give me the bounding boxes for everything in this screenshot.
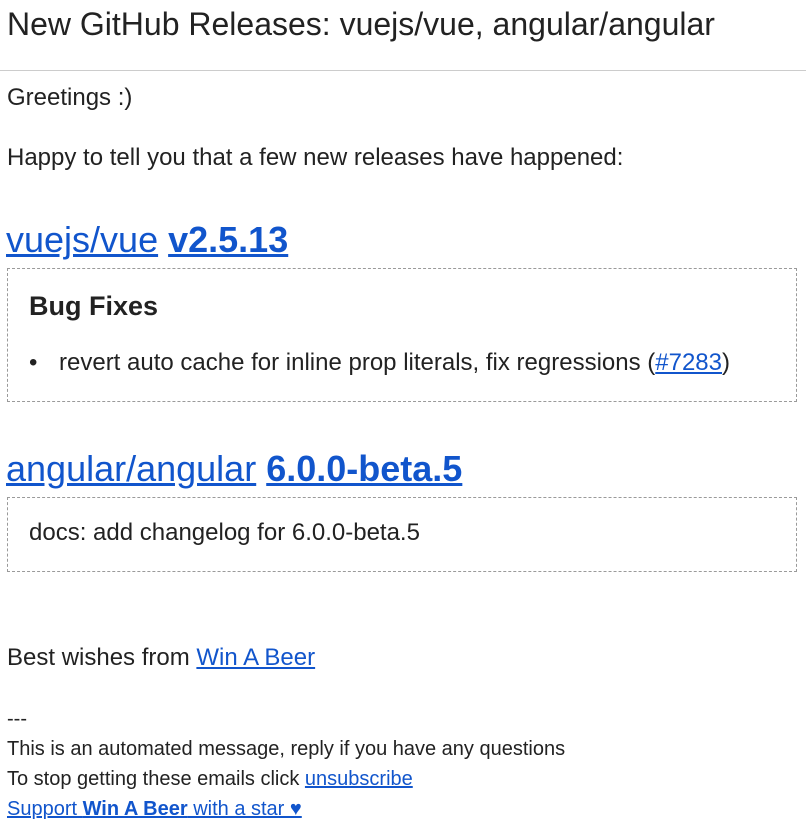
support-link[interactable]: Support Win A Beer with a star ♥ bbox=[7, 798, 302, 820]
release-heading-vue: vuejs/vue v2.5.13 bbox=[6, 218, 288, 262]
unsubscribe-line: To stop getting these emails click unsub… bbox=[7, 766, 413, 792]
release-note-text: docs: add changelog for 6.0.0-beta.5 bbox=[29, 519, 420, 546]
signoff-text: Best wishes from bbox=[7, 644, 197, 671]
release-notes-box-angular: docs: add changelog for 6.0.0-beta.5 bbox=[7, 497, 797, 572]
repo-link-angular[interactable]: angular/angular bbox=[6, 448, 256, 489]
signoff-line: Best wishes from Win A Beer bbox=[7, 643, 315, 673]
unsubscribe-link[interactable]: unsubscribe bbox=[305, 768, 413, 790]
email-subject: New GitHub Releases: vuejs/vue, angular/… bbox=[7, 6, 715, 42]
release-notes-box-vue: Bug Fixes • revert auto cache for inline … bbox=[7, 268, 797, 402]
version-link-angular[interactable]: 6.0.0-beta.5 bbox=[266, 448, 462, 489]
repo-link-vue[interactable]: vuejs/vue bbox=[6, 219, 158, 260]
support-line: Support Win A Beer with a star ♥ bbox=[7, 796, 302, 822]
bullet-icon: • bbox=[29, 349, 38, 376]
list-item-text: revert auto cache for inline prop litera… bbox=[59, 349, 656, 376]
unsubscribe-text: To stop getting these emails click bbox=[7, 768, 305, 790]
automated-note: This is an automated message, reply if y… bbox=[7, 738, 566, 760]
win-a-beer-link[interactable]: Win A Beer bbox=[196, 644, 315, 671]
footer-separator: --- bbox=[7, 708, 27, 730]
intro-text: Happy to tell you that a few new release… bbox=[7, 144, 624, 171]
header-divider bbox=[0, 70, 806, 71]
issue-link-7283[interactable]: #7283 bbox=[655, 349, 722, 376]
version-link-vue[interactable]: v2.5.13 bbox=[168, 219, 288, 260]
support-suffix: with a star ♥ bbox=[187, 798, 302, 820]
section-title-bug-fixes: Bug Fixes bbox=[29, 291, 159, 321]
list-item-suffix: ) bbox=[722, 349, 731, 376]
list-item: • revert auto cache for inline prop liter… bbox=[29, 348, 730, 378]
release-heading-angular: angular/angular 6.0.0-beta.5 bbox=[6, 447, 462, 491]
support-prefix: Support bbox=[7, 798, 83, 820]
support-name: Win A Beer bbox=[82, 798, 188, 820]
greeting-text: Greetings :) bbox=[7, 84, 133, 111]
